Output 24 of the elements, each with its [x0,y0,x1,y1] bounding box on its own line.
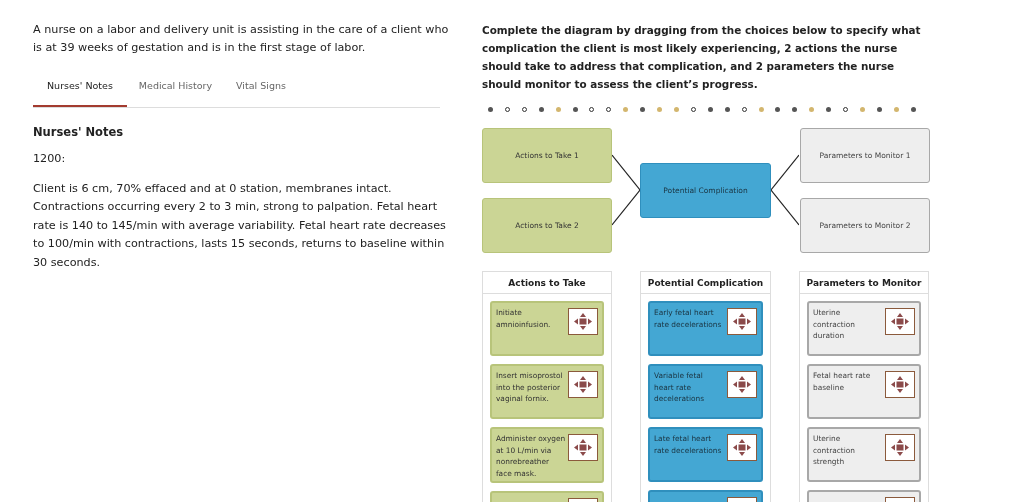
move-arrows-icon[interactable] [568,371,598,398]
move-arrows-icon[interactable] [568,308,598,335]
move-arrows-icon[interactable] [885,434,915,461]
tab[interactable]: Vital Signs [224,74,298,107]
scenario-text: A nurse on a labor and delivery unit is assisting in the care of a client who is at 39 weeks of gestation and is in the first stage of labor. [33,22,450,56]
move-arrows-icon[interactable] [885,308,915,335]
connector-line [771,154,799,191]
column-heading: Actions to Take [483,272,611,294]
column-heading: Parameters to Monitor [800,272,928,294]
move-arrows-icon[interactable] [727,434,757,461]
column-heading: Potential Complication [641,272,770,294]
connector-line [612,154,640,191]
instructions-text: Complete the diagram by dragging from the choices below to specify what complication the client is most likely experiencing, 2 actions the nurse should take to address that complication, and 2 parameters the nurse should monitor to assess the client’s progress. [482,23,922,92]
tab[interactable]: Medical History [126,74,225,107]
move-arrows-icon[interactable] [568,434,598,461]
connector-line [612,189,640,226]
connector-line [771,189,799,226]
move-arrows-icon[interactable] [885,371,915,398]
move-arrows-icon[interactable] [727,308,757,335]
move-arrows-icon[interactable] [727,371,757,398]
tab[interactable]: Nurses' Notes [33,74,127,107]
note-text: Client is 6 cm, 70% effaced and at 0 station, membranes intact. Contractions occurring every 2 to 3 min, strong to palpation. Fetal heart rate is 140 to 145/min with average variability. Fetal heart rate decreases to 100/min with contractions, lasts 15 seconds, returns to baseline within 30 seconds. [33,180,447,271]
notes-heading: Nurses' Notes [33,125,125,139]
note-time: 1200: [33,151,67,167]
